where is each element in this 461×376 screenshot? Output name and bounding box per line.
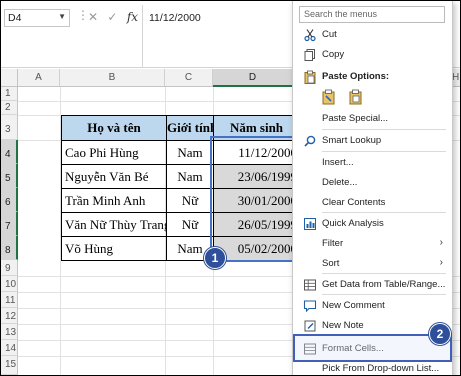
row-header-5[interactable]: 5	[1, 164, 18, 188]
chevron-down-icon[interactable]: ▼	[58, 12, 66, 21]
table-cell-gender[interactable]: Nữ	[166, 212, 213, 236]
column-header-d[interactable]: D	[213, 69, 293, 87]
menu-item-filter[interactable]: Filter ›	[293, 235, 452, 253]
paste-values-icon[interactable]	[349, 89, 363, 105]
step-badge-1: 1	[204, 247, 226, 269]
copy-icon	[303, 48, 317, 62]
note-icon	[303, 319, 317, 333]
enter-icon[interactable]: ✓	[107, 10, 117, 24]
menu-item-new-comment[interactable]: New Comment	[293, 297, 452, 315]
chevron-right-icon: ›	[439, 257, 443, 268]
row-header-6[interactable]: 6	[1, 188, 18, 212]
column-header-a[interactable]: A	[18, 69, 60, 87]
step-badge-2: 2	[429, 323, 451, 345]
paste-icon[interactable]	[322, 89, 336, 105]
table-header-gender[interactable]: Giới tính	[166, 115, 213, 140]
menu-item-label: Clear Contents	[322, 197, 386, 208]
menu-item-label: Paste Special...	[322, 113, 389, 124]
chevron-right-icon: ›	[439, 237, 443, 248]
table-cell-gender[interactable]: Nữ	[166, 188, 213, 212]
row-header-2[interactable]: 2	[1, 101, 18, 115]
paste-options-icons	[322, 89, 373, 108]
menu-item-label: Cut	[322, 29, 337, 40]
name-box-value: D4	[8, 12, 22, 24]
menu-item-insert[interactable]: Insert...	[293, 154, 452, 172]
row-header-7[interactable]: 7	[1, 212, 18, 236]
menu-item-delete[interactable]: Delete...	[293, 174, 452, 192]
excel-window: D4 ▼ ⋮ ✕ ✓ fx 11/12/2000 A B C D H 1 2 3…	[0, 0, 461, 376]
menu-item-label: Sort	[322, 258, 340, 269]
row-header-8[interactable]: 8	[1, 236, 18, 260]
table-cell-name[interactable]: Văn Nữ Thùy Trang	[61, 212, 166, 236]
menu-separator	[322, 212, 446, 213]
table-cell-name[interactable]: Võ Hùng	[61, 236, 166, 260]
format-cells-highlight	[293, 334, 452, 362]
menu-item-label: Paste Options:	[322, 71, 390, 82]
formula-bar-buttons: ✕ ✓ fx	[88, 10, 144, 24]
menu-separator	[322, 273, 446, 274]
row-header-10[interactable]: 10	[1, 276, 18, 292]
menu-item-label: Pick From Drop-down List...	[322, 363, 440, 374]
menu-item-clear-contents[interactable]: Clear Contents	[293, 194, 452, 212]
scissors-icon	[303, 28, 317, 42]
formula-input[interactable]: 11/12/2000	[149, 12, 201, 24]
context-menu: Search the menus Cut Copy Paste Options:	[292, 1, 453, 375]
menu-item-paste-special[interactable]: Paste Special...	[293, 110, 452, 128]
column-header-b[interactable]: B	[60, 69, 165, 87]
table-icon	[303, 278, 317, 292]
menu-item-label: Quick Analysis	[322, 218, 384, 229]
row-header-14[interactable]: 14	[1, 340, 18, 356]
menu-item-quick-analysis[interactable]: Quick Analysis	[293, 215, 452, 233]
formula-bar-divider	[142, 5, 143, 67]
menu-search-input[interactable]: Search the menus	[299, 6, 445, 23]
menu-item-label: New Comment	[322, 300, 385, 311]
menu-item-label: Filter	[322, 238, 344, 249]
menu-separator	[322, 294, 446, 295]
row-header-11[interactable]: 11	[1, 292, 18, 308]
table-header-name[interactable]: Họ và tên	[61, 115, 166, 140]
name-box[interactable]: D4 ▼	[4, 9, 70, 27]
menu-item-label: Smart Lookup	[322, 135, 382, 146]
menu-separator	[322, 129, 446, 130]
row-header-12[interactable]: 12	[1, 308, 18, 324]
menu-item-label: Copy	[322, 49, 345, 60]
menu-item-cut[interactable]: Cut	[293, 26, 452, 44]
menu-item-copy[interactable]: Copy	[293, 46, 452, 64]
row-header-9[interactable]: 9	[1, 260, 18, 276]
selection-range	[210, 136, 298, 262]
menu-item-pick-list[interactable]: Pick From Drop-down List...	[293, 360, 452, 375]
paste-special-icon	[303, 112, 317, 126]
menu-item-label: New Note	[322, 320, 364, 331]
column-header-c[interactable]: C	[165, 69, 213, 87]
insert-function-icon[interactable]: fx	[127, 10, 138, 24]
menu-item-label: Delete...	[322, 177, 358, 188]
menu-item-smart-lookup[interactable]: Smart Lookup	[293, 132, 452, 150]
table-cell-gender[interactable]: Nam	[166, 164, 213, 188]
menu-item-sort[interactable]: Sort ›	[293, 255, 452, 273]
table-cell-gender[interactable]: Nam	[166, 140, 213, 164]
cancel-icon[interactable]: ✕	[88, 10, 98, 24]
menu-search-placeholder: Search the menus	[304, 9, 378, 19]
search-icon	[303, 134, 317, 148]
menu-separator	[322, 151, 446, 152]
table-cell-name[interactable]: Nguyễn Văn Bé	[61, 164, 166, 188]
row-header-3[interactable]: 3	[1, 115, 18, 140]
table-cell-name[interactable]: Trần Minh Anh	[61, 188, 166, 212]
row-header-1[interactable]: 1	[1, 87, 18, 101]
table-cell-name[interactable]: Cao Phi Hùng	[61, 140, 166, 164]
quick-analysis-icon	[303, 217, 317, 231]
menu-item-get-data[interactable]: Get Data from Table/Range...	[293, 276, 452, 294]
row-header-13[interactable]: 13	[1, 324, 18, 340]
menu-item-label: Insert...	[322, 157, 354, 168]
row-header-4[interactable]: 4	[1, 140, 18, 164]
paste-icon	[303, 70, 317, 84]
menu-item-paste-options: Paste Options:	[293, 68, 452, 86]
row-header-15[interactable]: 15	[1, 356, 18, 375]
select-all-corner[interactable]	[1, 69, 18, 87]
menu-item-label: Get Data from Table/Range...	[322, 279, 446, 290]
comment-icon	[303, 299, 317, 313]
